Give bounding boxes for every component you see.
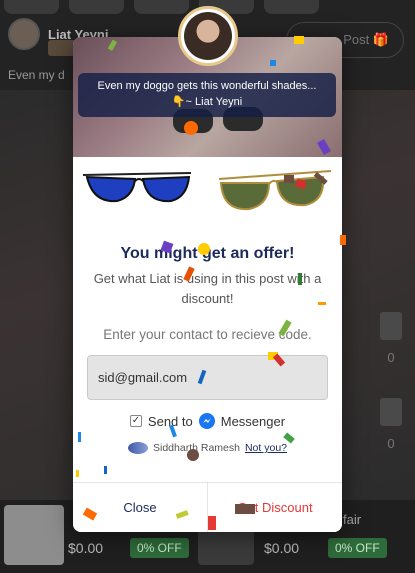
bookmark-action: 0: [380, 398, 402, 451]
quote-bubble: Even my doggo gets this wonderful shades…: [78, 73, 336, 117]
user-row: Siddharth Ramesh Not you?: [73, 442, 342, 454]
offer-title: You might get an offer!: [120, 245, 295, 262]
messenger-icon: [198, 413, 215, 429]
story-thumb: [134, 0, 189, 14]
bookmark-count: 0: [387, 436, 395, 451]
product-offer-badge: 0% OFF: [130, 538, 189, 558]
influencer-avatar: [178, 6, 238, 66]
story-thumb: [69, 0, 124, 14]
send-to-messenger-row: ✓ Send to Messenger: [73, 413, 342, 429]
product-images: [82, 170, 332, 211]
app-screen: Liat Yeyni Even my d Post 🎁 0 0 $0.00 0%…: [0, 0, 415, 573]
get-discount-button[interactable]: Get Discount: [208, 483, 342, 532]
product-price: $0.00: [264, 540, 300, 556]
quote-author: 👇~ Liat Yeyni: [171, 96, 243, 108]
contact-label: Enter your contact to recieve code.: [103, 327, 312, 342]
share-count: 0: [387, 350, 395, 365]
avatar: [128, 442, 148, 454]
send-to-checkbox[interactable]: ✓: [129, 415, 142, 427]
offer-subtitle: Get what Liat is using in this post with…: [93, 271, 322, 306]
send-to-label: Send to: [147, 413, 193, 429]
story-thumb: [4, 0, 59, 14]
avatar: [184, 12, 232, 60]
modal-footer: Close Get Discount: [73, 482, 342, 532]
product-label: fair: [343, 512, 362, 527]
contact-input[interactable]: [87, 355, 328, 400]
offer-modal: Even my doggo gets this wonderful shades…: [73, 37, 342, 532]
avatar: [8, 18, 40, 50]
post-caption: Even my d: [8, 68, 65, 82]
user-name: Siddharth Ramesh: [153, 442, 240, 454]
bookmark-icon: [380, 398, 402, 426]
green-sunglasses-icon: [218, 170, 332, 211]
like-action: 0: [380, 312, 402, 365]
not-you-link[interactable]: Not you?: [245, 442, 287, 454]
quote-text: Even my doggo gets this wonderful shades…: [97, 80, 317, 92]
product-price: $0.00: [68, 540, 104, 556]
follow-button: [48, 40, 76, 56]
product-offer-badge: 0% OFF: [328, 538, 387, 558]
story-thumb: [264, 0, 319, 14]
blue-sunglasses-icon: [82, 172, 192, 203]
share-icon: [380, 312, 402, 340]
messenger-label: Messenger: [220, 413, 286, 429]
product-thumb: [4, 505, 64, 565]
close-button[interactable]: Close: [73, 483, 208, 532]
